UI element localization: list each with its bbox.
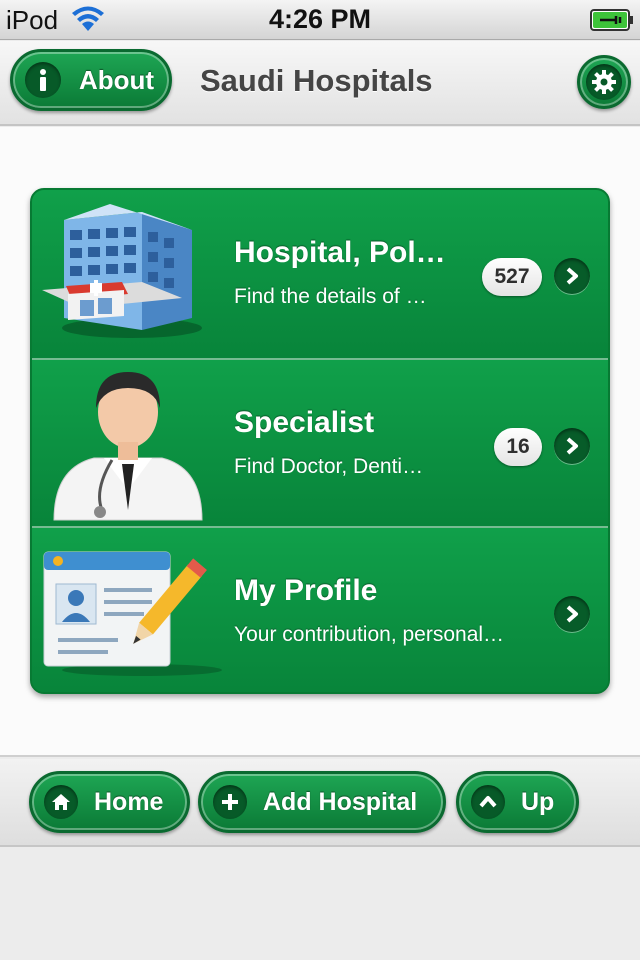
up-button[interactable]: Up	[456, 771, 579, 833]
menu-item-title: Specialist	[234, 406, 375, 439]
menu-item-subtitle: Your contribution, personal…	[234, 623, 505, 646]
plus-icon	[213, 785, 247, 819]
count-badge: 527	[482, 258, 542, 296]
menu-item-hospital[interactable]: Hospital, Pol… Find the details of … 527	[32, 190, 608, 358]
status-time: 4:26 PM	[268, 4, 372, 34]
home-label: Home	[94, 787, 164, 816]
add-hospital-label: Add Hospital	[263, 787, 418, 816]
menu-item-subtitle: Find Doctor, Denti…	[234, 455, 424, 478]
profile-card-edit-icon	[43, 551, 222, 676]
home-button[interactable]: Home	[29, 771, 190, 833]
navigation-bar: About Saudi Hospitals	[0, 41, 640, 126]
add-hospital-button[interactable]: Add Hospital	[198, 771, 446, 833]
status-bar: iPod 4:26 PM	[0, 0, 640, 40]
page-title: Saudi Hospitals	[200, 63, 433, 98]
chevron-up-icon	[471, 785, 505, 819]
chevron-right-icon[interactable]	[554, 258, 590, 294]
battery-charging-icon	[590, 9, 633, 31]
gear-icon	[586, 64, 622, 100]
bottom-toolbar: Home Add Hospital Up	[0, 759, 640, 847]
home-icon	[44, 785, 78, 819]
menu-card: Hospital, Pol… Find the details of … 527…	[30, 188, 610, 694]
doctor-icon	[53, 372, 203, 521]
count-badge: 16	[494, 428, 542, 466]
chevron-right-icon[interactable]	[554, 428, 590, 464]
menu-item-subtitle: Find the details of …	[234, 285, 427, 308]
menu-item-title: My Profile	[234, 574, 378, 607]
menu-item-my-profile[interactable]: My Profile Your contribution, personal…	[32, 526, 608, 692]
about-button[interactable]: About	[10, 49, 172, 111]
menu-item-specialist[interactable]: Specialist Find Doctor, Denti… 16	[32, 358, 608, 526]
hospital-building-icon	[42, 204, 202, 338]
chevron-right-icon[interactable]	[554, 596, 590, 632]
menu-item-title: Hospital, Pol…	[234, 236, 446, 269]
settings-button[interactable]	[577, 55, 631, 109]
info-icon	[25, 62, 61, 98]
about-label: About	[79, 64, 155, 95]
up-label: Up	[521, 787, 555, 816]
content-area: Hospital, Pol… Find the details of … 527…	[0, 127, 640, 757]
